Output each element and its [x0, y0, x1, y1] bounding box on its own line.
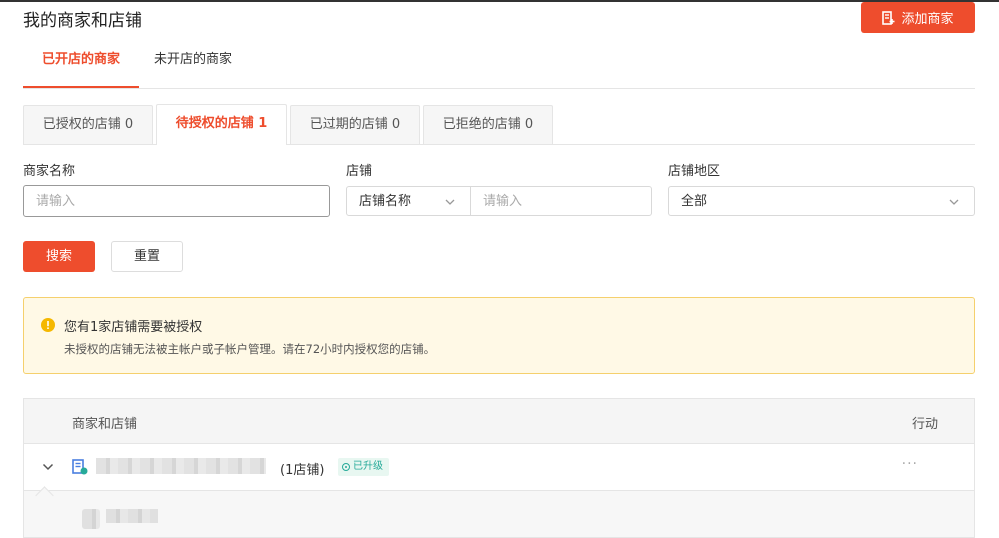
- add-store-icon: [882, 10, 895, 25]
- region-select[interactable]: 全部: [668, 186, 975, 216]
- reset-button[interactable]: 重置: [111, 241, 183, 272]
- authorization-alert: 您有1家店铺需要被授权 未授权的店铺无法被主帐户或子帐户管理。请在72小时内授权…: [23, 297, 975, 374]
- tab-rejected-shops[interactable]: 已拒绝的店铺 0: [423, 105, 553, 144]
- shop-avatar: [82, 509, 100, 529]
- tab-open-merchants[interactable]: 已开店的商家: [23, 40, 139, 88]
- column-merchant-shop: 商家和店铺: [72, 417, 138, 432]
- chevron-down-icon: [445, 199, 455, 205]
- merchant-name-label: 商家名称: [23, 164, 76, 179]
- shop-count: (1店铺): [280, 463, 325, 478]
- more-actions-button[interactable]: ···: [902, 456, 918, 472]
- add-merchant-button[interactable]: 添加商家: [861, 2, 975, 33]
- region-select-value: 全部: [681, 194, 708, 209]
- tab-pending-shops[interactable]: 待授权的店铺 1: [156, 104, 287, 145]
- status-badge-label: 已升级: [353, 461, 383, 472]
- shop-status-tabs: 已授权的店铺 0 待授权的店铺 1 已过期的店铺 0 已拒绝的店铺 0: [23, 104, 975, 145]
- search-button[interactable]: 搜索: [23, 241, 95, 272]
- status-badge: 已升级: [338, 458, 389, 476]
- tab-authorized-shops[interactable]: 已授权的店铺 0: [23, 105, 153, 144]
- shop-sub-row: [24, 491, 974, 537]
- chevron-down-icon[interactable]: [42, 461, 54, 473]
- tab-expired-shops[interactable]: 已过期的店铺 0: [290, 105, 420, 144]
- warning-icon: [41, 318, 55, 332]
- merchant-name-redacted: [96, 458, 266, 474]
- shop-label: 店铺: [346, 164, 373, 179]
- shop-field-select-value: 店铺名称: [359, 194, 412, 209]
- shop-name-redacted: [106, 509, 158, 523]
- merchant-icon: [72, 459, 88, 475]
- add-merchant-label: 添加商家: [901, 12, 954, 27]
- region-label: 店铺地区: [668, 164, 721, 179]
- shop-field-select[interactable]: 店铺名称: [346, 186, 471, 216]
- merchant-tabs: 已开店的商家 未开店的商家: [23, 40, 975, 89]
- alert-message: 未授权的店铺无法被主帐户或子帐户管理。请在72小时内授权您的店铺。: [64, 342, 436, 356]
- merchant-shop-table: 商家和店铺 行动 (1店铺) 已升级 ···: [23, 398, 975, 538]
- page-title: 我的商家和店铺: [23, 11, 142, 31]
- table-row: (1店铺) 已升级 ···: [24, 444, 974, 491]
- top-border: [0, 0, 999, 2]
- merchant-name-input[interactable]: 请输入: [23, 185, 330, 217]
- chevron-down-icon: [949, 199, 959, 205]
- alert-title: 您有1家店铺需要被授权: [64, 320, 203, 335]
- column-action: 行动: [911, 417, 938, 432]
- table-header: 商家和店铺 行动: [24, 399, 974, 444]
- tab-unopened-merchants[interactable]: 未开店的商家: [154, 40, 232, 88]
- shop-search-input[interactable]: 请输入: [470, 186, 652, 216]
- upgrade-icon: [342, 463, 350, 471]
